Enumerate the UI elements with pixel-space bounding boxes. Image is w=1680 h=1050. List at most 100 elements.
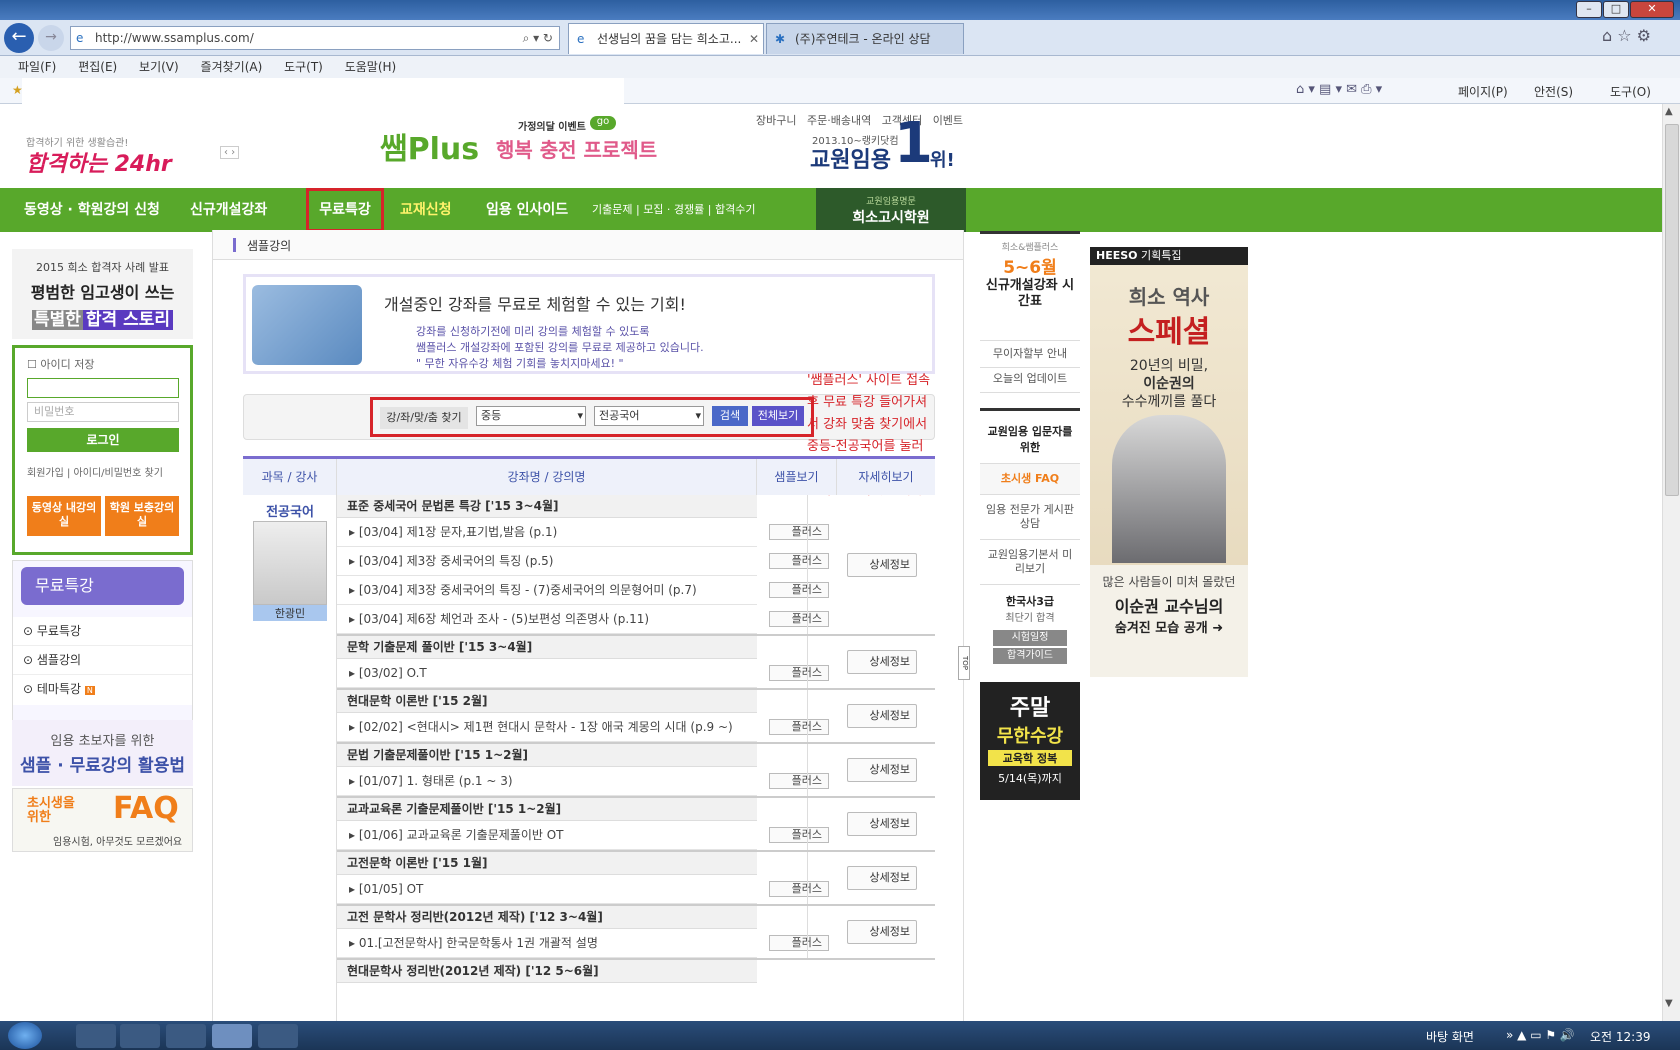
start-button[interactable] (8, 1022, 42, 1049)
event-title[interactable]: 행복 충전 프로젝트 (496, 134, 657, 163)
faq-link[interactable]: 초시생 FAQ (980, 464, 1080, 495)
weekend-banner[interactable]: 주말 무한수강 교육학 정복 5/14(목)까지 (980, 682, 1080, 800)
address-bar[interactable]: e http://www.ssamplus.com/ ⌕ ▾ ↻ (70, 26, 560, 50)
menu-tools[interactable]: 도구(T) (284, 60, 323, 74)
home-star-gear-icons[interactable]: ⌂ ☆ ⚙ (1602, 26, 1651, 45)
nav-video-apply[interactable]: 동영상 · 학원강의 신청 (24, 188, 160, 232)
slogan-logo[interactable]: 합격하는 24hr (26, 146, 172, 178)
academy-room-button[interactable]: 학원 보충강의실 (105, 496, 179, 536)
lecture-row[interactable]: ▸ [03/04] 제3장 중세국어의 특징 - (7)중세국어의 의문형어미 … (337, 576, 829, 605)
sample-plus-button[interactable]: 플러스 (769, 611, 829, 627)
save-id-checkbox[interactable]: ☐ 아이디 저장 (27, 356, 94, 372)
lecture-row[interactable]: ▸ [03/04] 제6장 체언과 조사 - (5)보편성 의존명사 (p.11… (337, 605, 829, 634)
nav-past-exams[interactable]: 기출문제 (592, 203, 632, 216)
installment-link[interactable]: 무이자할부 안내 (980, 340, 1080, 368)
view-all-button[interactable]: 전체보기 (752, 406, 804, 426)
back-button[interactable]: ← (4, 23, 34, 53)
story-banner[interactable]: 2015 희소 합격자 사례 발표 평범한 임고생이 쓰는 특별한 합격 스토리 (12, 249, 193, 339)
sample-plus-button[interactable]: 플러스 (769, 719, 829, 735)
exam-schedule-button[interactable]: 시험일정 (993, 630, 1067, 646)
find-account-link[interactable]: 아이디/비밀번호 찾기 (74, 468, 163, 479)
id-input[interactable] (27, 378, 179, 398)
minimize-button[interactable]: – (1576, 1, 1602, 18)
counsel-link[interactable]: 임용 전문가 게시판 상담 (980, 495, 1080, 540)
close-tab-icon[interactable]: ✕ (749, 24, 759, 54)
lecture-row[interactable]: ▸ [01/06] 교과교육론 기출문제풀이반 OT 플러스 (337, 821, 829, 850)
link-event[interactable]: 이벤트 (933, 114, 963, 127)
lecture-row[interactable]: ▸ [03/04] 제1장 문자,표기법,발음 (p.1) 플러스 (337, 518, 829, 547)
nav-new-courses[interactable]: 신규개설강좌 (190, 188, 267, 232)
desktop-toolbar[interactable]: 바탕 화면 (1426, 1028, 1474, 1045)
taskbar-window-icon[interactable] (258, 1024, 298, 1048)
subject-select[interactable]: 전공국어 ▾ (594, 406, 704, 426)
sample-plus-button[interactable]: 플러스 (769, 524, 829, 540)
detail-button[interactable]: 상세정보 (847, 920, 917, 944)
maximize-button[interactable]: □ (1603, 1, 1629, 18)
tab-active[interactable]: e 선생님의 꿈을 담는 희소고... ✕ (568, 23, 764, 54)
search-button[interactable]: 검색 (712, 406, 748, 426)
tab-inactive[interactable]: ✱ (주)주연테크 - 온라인 상담 (766, 23, 964, 54)
detail-button[interactable]: 상세정보 (847, 552, 917, 577)
login-button[interactable]: 로그인 (27, 428, 179, 452)
sample-plus-button[interactable]: 플러스 (769, 935, 829, 951)
lecture-row[interactable]: ▸ [01/07] 1. 형태론 (p.1 ~ 3) 플러스 (337, 767, 829, 796)
join-link[interactable]: 회원가입 (27, 468, 64, 479)
nav-textbook[interactable]: 교재신청 (400, 188, 452, 232)
top-button[interactable]: TOP (958, 646, 970, 680)
link-orders[interactable]: 주문·배송내역 (807, 114, 871, 127)
menu-favorites[interactable]: 즐겨찾기(A) (201, 60, 263, 74)
detail-button[interactable]: 상세정보 (847, 650, 917, 674)
link-cart[interactable]: 장바구니 (756, 114, 796, 127)
search-refresh-icons[interactable]: ⌕ ▾ ↻ (523, 27, 553, 49)
detail-button[interactable]: 상세정보 (847, 758, 917, 782)
cmd-tools[interactable]: 도구(O) (1610, 83, 1651, 100)
teacher-photo[interactable] (253, 521, 327, 605)
menu-view[interactable]: 보기(V) (139, 60, 179, 74)
nav-reviews[interactable]: 합격수기 (715, 203, 755, 216)
cmd-page[interactable]: 페이지(P) (1458, 83, 1508, 100)
detail-button[interactable]: 상세정보 (847, 812, 917, 836)
pass-guide-button[interactable]: 합격가이드 (993, 648, 1067, 664)
lecture-row[interactable]: ▸ [02/02] <현대시> 제1편 현대시 문학사 - 1장 애국 계몽의 … (337, 713, 829, 742)
menu-edit[interactable]: 편집(E) (78, 60, 117, 74)
password-input[interactable]: 비밀번호 (27, 402, 179, 422)
my-video-room-button[interactable]: 동영상 내강의실 (27, 496, 101, 536)
special-ad-banner[interactable]: HEESO 기획특집 희소 역사 스페셜 20년의 비밀, 이순권의 수수께끼를… (1090, 247, 1248, 677)
detail-button[interactable]: 상세정보 (847, 704, 917, 728)
home-feed-print-icons[interactable]: ⌂ ▾ ▤ ▾ ✉ ⎙ ▾ (1296, 82, 1382, 97)
taskbar-media-icon[interactable] (76, 1024, 116, 1048)
faq-banner[interactable]: 초시생을 위한 FAQ 임용시험, 아무것도 모르겠어요 (12, 788, 193, 852)
cmd-safety[interactable]: 안전(S) (1534, 83, 1573, 100)
nav-free-lecture[interactable]: 무료특강 (306, 188, 384, 232)
lecture-row[interactable]: ▸ [03/02] O.T 플러스 (337, 659, 829, 688)
sample-plus-button[interactable]: 플러스 (769, 553, 829, 569)
forward-button[interactable]: → (38, 25, 64, 51)
detail-button[interactable]: 상세정보 (847, 866, 917, 890)
sample-plus-button[interactable]: 플러스 (769, 881, 829, 897)
menu-help[interactable]: 도움말(H) (345, 60, 397, 74)
submenu-item-theme[interactable]: ⊙ 테마특강 N (13, 675, 192, 705)
tray-icons[interactable]: » ▲ ▭ ⚑ 🔊 (1506, 1028, 1575, 1042)
academy-link[interactable]: 교원임용명문 희소고시학원 (816, 188, 966, 232)
scroll-thumb[interactable] (1665, 124, 1679, 496)
event-go-button[interactable]: go (590, 116, 616, 130)
close-window-button[interactable]: ✕ (1630, 1, 1674, 18)
page-scrollbar[interactable]: ▲ ▼ (1662, 104, 1680, 1021)
nav-inside[interactable]: 임용 인사이드 (486, 188, 568, 232)
sample-plus-button[interactable]: 플러스 (769, 582, 829, 598)
taskbar-folder-icon[interactable] (166, 1024, 206, 1048)
nav-competition[interactable]: 모집 · 경쟁률 (643, 203, 704, 216)
preview-link[interactable]: 교원임용기본서 미리보기 (980, 540, 1080, 585)
taskbar-ie-icon[interactable] (212, 1024, 252, 1048)
update-link[interactable]: 오늘의 업데이트 (980, 366, 1080, 393)
submenu-item-sample[interactable]: ⊙ 샘플강의 (13, 646, 192, 675)
teacher-name[interactable]: 한광민 (253, 605, 327, 621)
lecture-row[interactable]: ▸ 01.[고전문학사] 한국문학통사 1권 개괄적 설명 플러스 (337, 929, 829, 958)
scroll-up-icon[interactable]: ▲ (1665, 106, 1673, 117)
sample-plus-button[interactable]: 플러스 (769, 773, 829, 789)
site-logo[interactable]: 쌤Plus (380, 124, 479, 168)
sample-plus-button[interactable]: 플러스 (769, 827, 829, 843)
sample-plus-button[interactable]: 플러스 (769, 665, 829, 681)
level-select[interactable]: 중등 ▾ (476, 406, 586, 426)
menu-file[interactable]: 파일(F) (18, 60, 56, 74)
